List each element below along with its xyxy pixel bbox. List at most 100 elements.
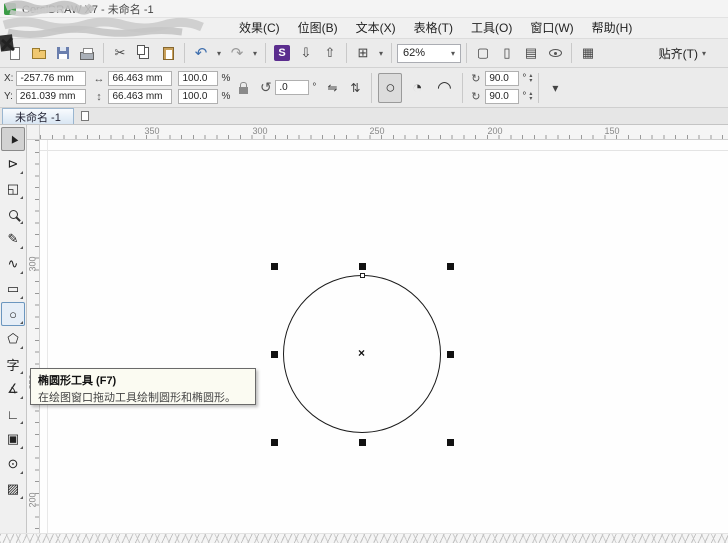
menu-item-tools[interactable]: 工具(O)	[462, 18, 521, 38]
horizontal-ruler[interactable]: 350300250200150	[40, 125, 728, 140]
cut-button[interactable]: ✂	[109, 41, 131, 65]
menu-item-help[interactable]: 帮助(H)	[583, 18, 642, 38]
start-angle-spinner[interactable]: ▴▾	[529, 74, 532, 84]
page-border-icon: ▯	[503, 45, 510, 61]
paste-button[interactable]	[157, 41, 179, 65]
new-document-tab-button[interactable]	[78, 109, 92, 122]
parallel-dimension-tool[interactable]: ∡	[1, 377, 25, 401]
shape-tool[interactable]: ⊳	[1, 152, 25, 176]
eyedropper-tool[interactable]: ⊙	[1, 452, 25, 476]
application-launcher-button[interactable]: ⊞	[352, 41, 374, 65]
mirror-vertical-button[interactable]: ⇅	[345, 79, 365, 97]
show-grid-button[interactable]: ▦	[577, 41, 599, 65]
crop-tool[interactable]: ◱	[1, 177, 25, 201]
show-page-border-button[interactable]: ▯	[496, 41, 518, 65]
pick-tool[interactable]: ►	[1, 127, 25, 151]
toolbar-separator	[184, 43, 185, 63]
drop-shadow-tool[interactable]: ▣	[1, 427, 25, 451]
caret-down-icon: ▾	[702, 49, 706, 58]
x-position-field[interactable]: -257.76 mm	[16, 71, 86, 86]
scale-vertical-field[interactable]: 100.0	[178, 89, 218, 104]
ellipse-icon: ○	[385, 78, 395, 98]
copy-button[interactable]	[133, 41, 155, 65]
y-position-field[interactable]: 261.039 mm	[16, 89, 86, 104]
undo-dropdown[interactable]: ▾	[214, 41, 224, 65]
text-tool[interactable]: 字	[1, 352, 25, 376]
document-tab-untitled[interactable]: 未命名 -1	[2, 108, 74, 124]
rotation-angle-field[interactable]: .0	[275, 80, 309, 95]
vertical-ruler[interactable]: 300250200	[27, 140, 40, 543]
selection-handle[interactable]	[447, 351, 454, 358]
ellipse-mode-button[interactable]: ○	[378, 73, 402, 103]
export-button[interactable]: ⇧	[319, 41, 341, 65]
object-height-field[interactable]: 66.463 mm	[108, 89, 172, 104]
selection-handle[interactable]	[359, 263, 366, 270]
full-screen-preview-button[interactable]: ▢	[472, 41, 494, 65]
copy-icon	[137, 45, 145, 55]
zoom-level-combo[interactable]: 62% ▾	[397, 44, 461, 63]
selection-handle[interactable]	[271, 263, 278, 270]
toolbar-overflow-button[interactable]	[714, 41, 724, 65]
connector-tool-icon: ∟	[7, 407, 20, 422]
degree-label: °	[312, 82, 316, 93]
propbar-more-options-button[interactable]: ▾	[545, 79, 565, 97]
undo-button[interactable]: ↶	[190, 41, 212, 65]
rotation-group: ↺ .0 °	[259, 79, 316, 96]
y-position-value: 261.039 mm	[20, 91, 76, 102]
save-button[interactable]	[52, 41, 74, 65]
selection-handle[interactable]	[447, 263, 454, 270]
end-angle-spinner[interactable]: ▴▾	[529, 92, 532, 102]
selection-handle[interactable]	[447, 439, 454, 446]
import-button[interactable]: ⇩	[295, 41, 317, 65]
arc-mode-button[interactable]: ◠	[432, 73, 456, 103]
launcher-dropdown[interactable]: ▾	[376, 41, 386, 65]
polygon-tool[interactable]: ⬠	[1, 327, 25, 351]
view-mode-button[interactable]	[544, 41, 566, 65]
print-button[interactable]	[76, 41, 98, 65]
degree-label: °	[522, 73, 526, 84]
scale-horizontal-field[interactable]: 100.0	[178, 71, 218, 86]
lock-ratio-button[interactable]	[233, 72, 253, 104]
new-document-button[interactable]	[4, 41, 26, 65]
cut-icon: ✂	[115, 45, 126, 61]
snap-to-dropdown[interactable]: 贴齐(T) ▾	[653, 42, 712, 64]
pie-mode-button[interactable]: ◔	[405, 73, 429, 103]
fill-tool[interactable]: ▨	[1, 477, 25, 501]
tooltip-body: 在绘图窗口拖动工具绘制圆形和椭圆形。	[38, 389, 248, 405]
show-bleed-button[interactable]: ▤	[520, 41, 542, 65]
redo-button[interactable]: ↷	[226, 41, 248, 65]
selection-handle[interactable]	[271, 351, 278, 358]
redo-dropdown[interactable]: ▾	[250, 41, 260, 65]
mirror-horizontal-button[interactable]: ⇋	[322, 79, 342, 97]
redo-icon: ↷	[231, 44, 244, 62]
start-angle-field[interactable]: 90.0	[485, 71, 519, 86]
drop-shadow-tool-icon: ▣	[7, 431, 19, 447]
menu-item-bitmaps[interactable]: 位图(B)	[289, 18, 347, 38]
menu-item-effects[interactable]: 效果(C)	[230, 18, 289, 38]
drawing-canvas[interactable]: ×	[40, 140, 728, 543]
selection-handle[interactable]	[271, 439, 278, 446]
lock-icon	[239, 87, 248, 94]
artistic-media-tool[interactable]: ∿	[1, 252, 25, 276]
search-content-button[interactable]: S	[271, 41, 293, 65]
object-width-field[interactable]: 66.463 mm	[108, 71, 172, 86]
object-height-value: 66.463 mm	[112, 91, 162, 102]
bleed-icon: ▤	[525, 45, 537, 61]
y-label: Y:	[4, 91, 13, 102]
ellipse-node[interactable]	[360, 273, 365, 278]
zoom-tool[interactable]	[1, 202, 25, 226]
eye-icon	[549, 49, 562, 57]
ruler-origin-corner[interactable]	[27, 125, 40, 140]
menu-item-window[interactable]: 窗口(W)	[521, 18, 582, 38]
selection-center-mark[interactable]: ×	[358, 346, 365, 360]
open-button[interactable]	[28, 41, 50, 65]
ellipse-tool[interactable]: ○	[1, 302, 25, 326]
menu-item-table[interactable]: 表格(T)	[405, 18, 462, 38]
selection-handle[interactable]	[359, 439, 366, 446]
end-angle-field[interactable]: 90.0	[485, 89, 519, 104]
freehand-tool[interactable]: ✎	[1, 227, 25, 251]
connector-tool[interactable]: ∟	[1, 402, 25, 426]
rectangle-tool[interactable]: ▭	[1, 277, 25, 301]
menu-item-text[interactable]: 文本(X)	[347, 18, 405, 38]
hruler-label-200: 200	[487, 126, 502, 136]
